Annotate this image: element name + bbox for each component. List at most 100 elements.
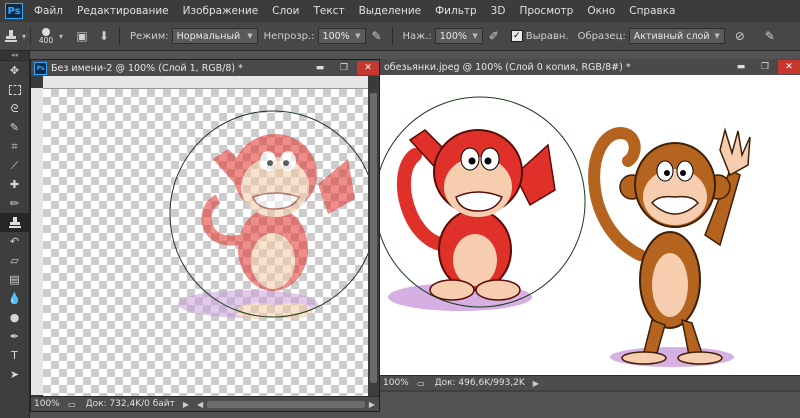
chevron-down-icon: ▼: [472, 32, 478, 40]
menu-edit[interactable]: Редактирование: [70, 0, 176, 22]
opacity-input[interactable]: 100% ▼: [317, 28, 366, 44]
document-info: Док: 732,4K/0 байт: [85, 399, 175, 409]
blur-tool-icon[interactable]: 💧: [0, 289, 29, 308]
dodge-tool-icon[interactable]: ●: [0, 308, 29, 327]
separator: [391, 27, 393, 45]
status-bar: 100% ▭ Док: 496,6K/993,2K ▶: [380, 375, 800, 390]
separator: [30, 27, 32, 45]
menu-help[interactable]: Справка: [622, 0, 682, 22]
flow-label: Наж.:: [402, 30, 432, 42]
quick-select-tool-icon[interactable]: ✎: [0, 118, 29, 137]
marquee-tool-icon[interactable]: [0, 80, 29, 99]
close-button[interactable]: ✕: [778, 60, 800, 74]
brush-cursor: [169, 110, 369, 318]
brush-tip-icon: [42, 27, 51, 36]
monkeys-image: [380, 96, 751, 367]
vertical-scrollbar[interactable]: [368, 89, 379, 396]
status-thumbnail-icon: ▭: [68, 399, 76, 409]
eyedropper-tool-icon[interactable]: ⟋: [0, 156, 29, 175]
status-menu-arrow-icon[interactable]: ▶: [533, 379, 539, 388]
photoshop-logo: Ps: [5, 3, 23, 19]
horizontal-scrollbar[interactable]: [207, 400, 365, 408]
clone-stamp-tool-icon[interactable]: [2, 27, 20, 45]
move-tool-icon[interactable]: ✥: [0, 61, 29, 80]
clone-stamp-tool-icon[interactable]: [0, 213, 29, 232]
tool-preset-dropdown-icon[interactable]: ▾: [22, 32, 26, 41]
chevron-down-icon: ▼: [355, 32, 361, 40]
document-window-2[interactable]: обезьянки.jpeg @ 100% (Слой 0 копия, RGB…: [380, 59, 800, 392]
gradient-tool-icon[interactable]: ▤: [0, 270, 29, 289]
menu-window[interactable]: Окно: [580, 0, 622, 22]
chevron-down-icon: ▼: [247, 32, 253, 40]
aligned-label: Выравн.: [525, 30, 569, 42]
mode-select[interactable]: Нормальный ▼: [171, 28, 258, 44]
menu-view[interactable]: Просмотр: [512, 0, 580, 22]
eraser-tool-icon[interactable]: ▱: [0, 251, 29, 270]
document-title: Без имени-2 @ 100% (Слой 1, RGB/8) *: [51, 62, 243, 74]
canvas-transparent[interactable]: [43, 89, 369, 396]
red-monkey-illustration: [388, 129, 556, 311]
scrollbar-thumb[interactable]: [370, 93, 377, 383]
scroll-right-icon[interactable]: ▶: [369, 400, 375, 409]
brush-tool-icon[interactable]: ✏: [0, 194, 29, 213]
brush-panel-toggle-icon[interactable]: ▣: [73, 27, 91, 45]
opacity-value: 100%: [322, 30, 350, 42]
minimize-button[interactable]: ▬: [309, 61, 331, 75]
menu-3d[interactable]: 3D: [484, 0, 513, 22]
separator: [119, 27, 121, 45]
menu-select[interactable]: Выделение: [352, 0, 429, 22]
brown-monkey-illustration: [588, 126, 751, 367]
menu-file[interactable]: Файл: [27, 0, 70, 22]
brush-size-picker[interactable]: 400: [35, 27, 57, 45]
flow-value: 100%: [439, 30, 467, 42]
mode-select-value: Нормальный: [176, 30, 241, 42]
lasso-tool-icon[interactable]: ᘓ: [0, 99, 29, 118]
ignore-adjustment-layers-icon[interactable]: ⊘: [731, 27, 749, 45]
pressure-opacity-icon[interactable]: ✎: [368, 27, 386, 45]
type-tool-icon[interactable]: T: [0, 346, 29, 365]
airbrush-icon[interactable]: ✐: [485, 27, 503, 45]
status-menu-arrow-icon[interactable]: ▶: [183, 400, 189, 409]
zoom-level[interactable]: 100%: [31, 399, 64, 409]
pressure-size-icon[interactable]: ✎: [761, 27, 779, 45]
history-brush-tool-icon[interactable]: ↶: [0, 232, 29, 251]
options-bar: ▾ 400 ▾ ▣ ⬇ Режим: Нормальный ▼ Непрозр.:…: [0, 22, 800, 51]
document-window-1[interactable]: Ps Без имени-2 @ 100% (Слой 1, RGB/8) * …: [30, 59, 380, 412]
document-tab-2[interactable]: обезьянки.jpeg @ 100% (Слой 0 копия, RGB…: [380, 59, 800, 75]
sample-select-value: Активный слой: [633, 30, 710, 42]
menu-type[interactable]: Текст: [306, 0, 351, 22]
maximize-button[interactable]: ❐: [333, 61, 355, 75]
healing-brush-tool-icon[interactable]: ✚: [0, 175, 29, 194]
sample-label: Образец:: [577, 30, 626, 42]
pen-tool-icon[interactable]: ✒: [0, 327, 29, 346]
photoshop-file-icon: Ps: [34, 61, 47, 75]
menu-image[interactable]: Изображение: [176, 0, 266, 22]
flow-input[interactable]: 100% ▼: [434, 28, 483, 44]
path-selection-tool-icon[interactable]: ➤: [0, 365, 29, 384]
document-info: Док: 496,6K/993,2K: [434, 378, 525, 388]
tools-panel: ◂◂ ✥ ᘓ ✎ ⌗ ⟋ ✚ ✏ ↶ ▱ ▤ 💧 ● ✒ T ➤: [0, 51, 30, 418]
minimize-button[interactable]: ▬: [730, 60, 752, 74]
close-button[interactable]: ✕: [357, 61, 379, 75]
maximize-button[interactable]: ❐: [754, 60, 776, 74]
horizontal-ruler[interactable]: [43, 76, 368, 89]
document-tab-1[interactable]: Ps Без имени-2 @ 100% (Слой 1, RGB/8) * …: [31, 60, 379, 76]
status-bar: 100% ▭ Док: 732,4K/0 байт ▶ ◀ ▶: [31, 396, 379, 411]
panel-grip[interactable]: ◂◂: [0, 51, 29, 61]
aligned-checkbox[interactable]: ✓: [510, 30, 523, 42]
opacity-label: Непрозр.:: [263, 30, 315, 42]
menu-filter[interactable]: Фильтр: [428, 0, 484, 22]
sample-select[interactable]: Активный слой ▼: [628, 28, 725, 44]
crop-tool-icon[interactable]: ⌗: [0, 137, 29, 156]
brush-dropdown-icon[interactable]: ▾: [59, 32, 63, 41]
menu-layers[interactable]: Слои: [265, 0, 306, 22]
chevron-down-icon: ▼: [714, 32, 720, 40]
scroll-left-icon[interactable]: ◀: [197, 400, 203, 409]
status-thumbnail-icon: ▭: [417, 378, 425, 388]
mode-label: Режим:: [130, 30, 169, 42]
canvas-image[interactable]: [380, 75, 800, 375]
zoom-level[interactable]: 100%: [380, 378, 413, 388]
brush-size-value: 400: [38, 35, 54, 45]
clone-source-panel-icon[interactable]: ⬇: [95, 27, 113, 45]
menu-bar: Ps Файл Редактирование Изображение Слои …: [0, 0, 800, 22]
